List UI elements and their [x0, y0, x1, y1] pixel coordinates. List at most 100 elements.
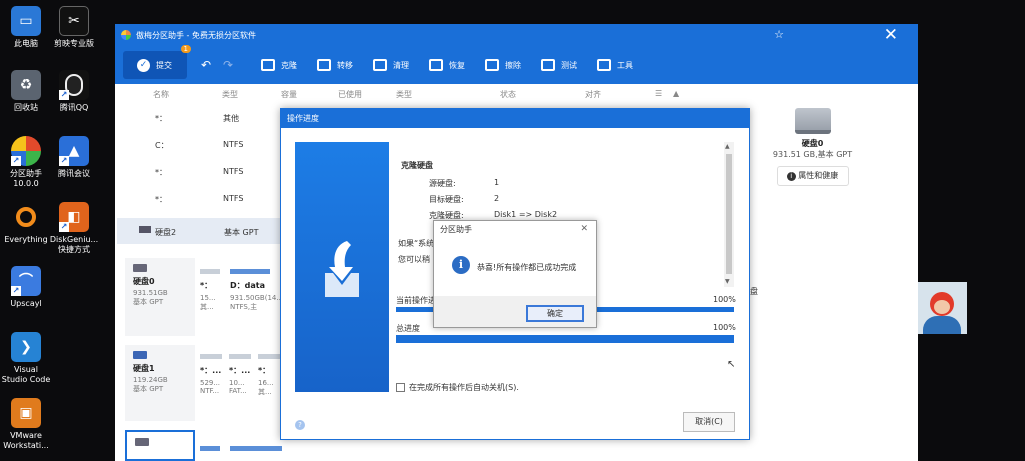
- check-icon: ✓: [137, 58, 150, 72]
- panel-disk-info: 931.51 GB,基本 GPT: [772, 150, 853, 159]
- current-progress-percent: 100%: [713, 295, 736, 304]
- desktop-icon-this-pc[interactable]: ▭ 此电脑: [0, 6, 52, 49]
- clone-icon: [261, 59, 275, 71]
- table-row[interactable]: *： NTFS: [115, 185, 282, 211]
- checkbox-box: [396, 383, 405, 392]
- desktop-icon-vmware[interactable]: ▣ VMware Workstati...: [0, 398, 52, 451]
- auto-shutdown-checkbox[interactable]: 在完成所有操作后自动关机(S).: [396, 382, 519, 393]
- download-arrow-icon: [325, 241, 359, 297]
- desktop-icon-qq[interactable]: ↗ 腾讯QQ: [48, 70, 100, 113]
- info-icon: i: [786, 172, 796, 181]
- disk-card-2[interactable]: [125, 430, 195, 461]
- column-type: 类型: [222, 90, 238, 99]
- partition-name: *：: [155, 114, 167, 123]
- toolbar-wipe-button[interactable]: 擦除: [485, 59, 521, 71]
- partition-block[interactable]: [230, 446, 282, 457]
- column-name: 名称: [153, 90, 169, 99]
- undo-icon[interactable]: ↶: [201, 58, 223, 72]
- mouse-cursor-icon: ↖: [727, 359, 736, 370]
- partition-block[interactable]: *：... 529... NTF...: [200, 354, 222, 395]
- disk-name: 硬盘0: [133, 277, 155, 286]
- close-icon[interactable]: ✕: [884, 25, 898, 45]
- desktop-icon-label: Visual Studio Code: [1, 365, 51, 384]
- desktop-icon-label: 腾讯QQ: [59, 103, 89, 112]
- disk-icon: [133, 264, 147, 272]
- capcut-icon: ✂: [59, 6, 89, 36]
- disk-icon: [139, 226, 151, 233]
- table-row[interactable]: *： NTFS: [115, 158, 282, 184]
- column-settings-icon[interactable]: ☰: [655, 89, 662, 98]
- completion-message-box: 分区助手 ✕ i 恭喜!所有操作都已成功完成 确定: [433, 220, 597, 328]
- star-icon[interactable]: ☆: [774, 28, 784, 41]
- total-progress-percent: 100%: [713, 323, 736, 332]
- log-scrollbar[interactable]: ▲ ▼: [724, 142, 734, 287]
- desktop-icon-label: 回收站: [14, 103, 38, 112]
- scroll-down-icon[interactable]: ▼: [725, 278, 730, 285]
- disk-size: 119.24GB: [133, 376, 168, 384]
- disk-card-0[interactable]: 硬盘0 931.51GB 基本 GPT: [125, 258, 195, 336]
- table-row[interactable]: *： 其他: [115, 104, 282, 130]
- partition-block[interactable]: *： 16... 其...: [258, 354, 280, 397]
- submit-button[interactable]: ✓ 提交 1: [123, 45, 191, 79]
- table-row[interactable]: C： NTFS: [115, 131, 282, 157]
- desktop-icon-vscode[interactable]: ❯ Visual Studio Code: [0, 332, 52, 385]
- desktop-icon-upscayl[interactable]: ⌒ ↗ Upscayl: [0, 266, 52, 309]
- column-status: 状态: [500, 90, 516, 99]
- disk-card-1[interactable]: 硬盘1 119.24GB 基本 GPT: [125, 345, 195, 421]
- toolbar-recover-button[interactable]: 恢复: [429, 59, 465, 71]
- help-icon[interactable]: ?: [295, 420, 305, 430]
- disk-name: 硬盘1: [133, 364, 155, 373]
- desktop-icon-diskgenius[interactable]: ◧ ↗ DiskGeniu... 快捷方式: [48, 202, 100, 255]
- partition-block[interactable]: *：... 10... FAT...: [229, 354, 251, 395]
- disk-size: 931.51GB: [133, 289, 168, 297]
- properties-health-button[interactable]: i 属性和健康: [776, 166, 849, 186]
- information-icon: i: [452, 256, 470, 274]
- toolbar-cleanup-button[interactable]: 清理: [373, 59, 409, 71]
- toolbar-migrate-button[interactable]: 转移: [317, 59, 353, 71]
- log-key: 源硬盘:: [429, 179, 456, 188]
- redo-icon[interactable]: ↷: [223, 58, 245, 72]
- desktop-icon-capcut[interactable]: ✂ 剪映专业版: [48, 6, 100, 49]
- desktop-icon-everything[interactable]: Everything: [0, 202, 52, 245]
- toolbar-clone-button[interactable]: 克隆: [261, 59, 297, 71]
- desktop-icon-recycle-bin[interactable]: ♻ 回收站: [0, 70, 52, 113]
- partition-name: *：: [155, 168, 167, 177]
- disk-info-panel: 硬盘0 931.51 GB,基本 GPT i 属性和健康: [755, 104, 870, 186]
- partition-block[interactable]: *： 15... 其...: [200, 269, 220, 312]
- desktop-icon-label: Everything: [4, 235, 48, 244]
- pending-count-badge: 1: [180, 45, 191, 53]
- log-note: 如果“系统: [398, 239, 435, 248]
- ok-button[interactable]: 确定: [526, 305, 584, 322]
- user-avatar: [917, 282, 967, 334]
- close-icon[interactable]: ✕: [580, 221, 588, 238]
- partition-block-data[interactable]: D：data 931.50GB(14... NTFS,主: [230, 269, 282, 312]
- partition-assistant-icon: ↗: [11, 136, 41, 166]
- cancel-button[interactable]: 取消(C): [683, 412, 735, 432]
- table-row-disk2[interactable]: 硬盘2 基本 GPT: [117, 218, 282, 244]
- wipe-icon: [485, 59, 499, 71]
- toolbar-test-button[interactable]: 测试: [541, 59, 577, 71]
- migrate-icon: [317, 59, 331, 71]
- vscode-icon: ❯: [11, 332, 41, 362]
- partition-type: NTFS: [223, 194, 244, 203]
- partition-type: NTFS: [223, 167, 244, 176]
- partition-column-header: 名称 类型 容量 已使用 类型 状态 对齐 ☰ ▲: [115, 84, 683, 104]
- operation-title: 克隆硬盘: [401, 161, 433, 170]
- scroll-up-icon[interactable]: ▲: [725, 143, 730, 150]
- disk2-type: 基本 GPT: [224, 228, 259, 237]
- computer-icon: ▭: [11, 6, 41, 36]
- column-fs-type: 类型: [396, 90, 412, 99]
- desktop-icon-partition-assistant[interactable]: ↗ 分区助手 10.0.0: [0, 136, 52, 189]
- desktop-icon-tencent-meeting[interactable]: ▲ ↗ 腾讯会议: [48, 136, 100, 179]
- current-progress-label: 当前操作进: [396, 296, 436, 305]
- tencent-meeting-icon: ▲ ↗: [59, 136, 89, 166]
- scroll-up-icon[interactable]: ▲: [673, 89, 679, 98]
- desktop-icon-label: Upscayl: [10, 299, 42, 308]
- partition-block[interactable]: [200, 446, 220, 457]
- partition-name: C：: [155, 141, 169, 150]
- qq-icon: ↗: [59, 70, 89, 100]
- desktop-icon-label: VMware Workstati...: [3, 431, 49, 450]
- toolbar-tools-button[interactable]: 工具: [597, 59, 633, 71]
- submit-label: 提交: [156, 60, 172, 70]
- desktop-icon-label: 此电脑: [14, 39, 38, 48]
